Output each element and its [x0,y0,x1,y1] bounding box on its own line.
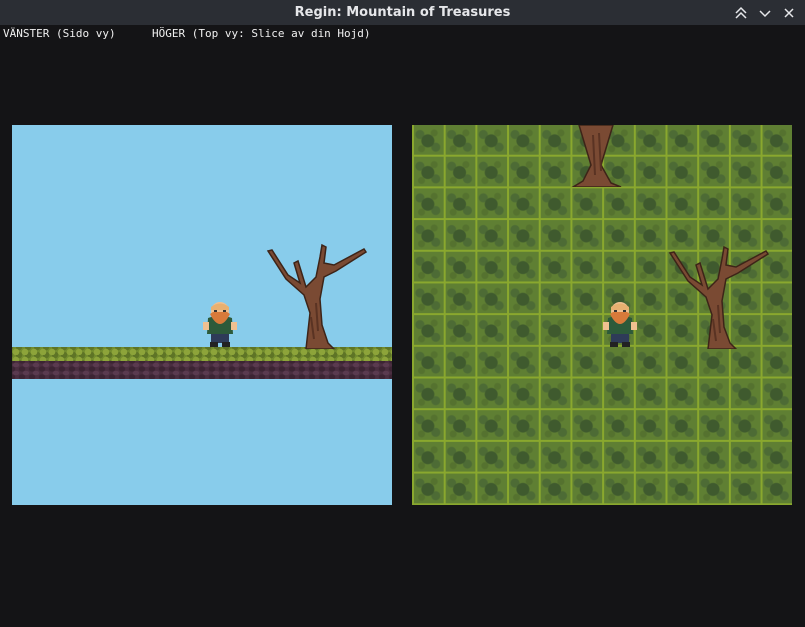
title-bar: Regin: Mountain of Treasures [0,0,805,25]
dead-tree-stump [571,125,622,187]
dirt-layer [12,361,392,379]
dead-tree [668,245,770,349]
minimize-icon [759,9,771,17]
close-icon [784,7,794,18]
dead-tree [266,243,368,349]
game-canvas[interactable]: VÄNSTER (Sido vy) HÖGER (Top vy: Slice a… [0,25,805,627]
side-view-panel [12,125,392,505]
dwarf-character [203,302,237,347]
top-view-label: HÖGER (Top vy: Slice av din Hojd) [152,27,371,40]
close-button[interactable] [779,3,799,23]
grass-layer [12,347,392,361]
window-controls [731,0,799,25]
side-view-label: VÄNSTER (Sido vy) [3,27,116,40]
minimize-button[interactable] [755,3,775,23]
top-view-panel [412,125,792,505]
maximize-button[interactable] [731,3,751,23]
dwarf-character [603,302,637,347]
window-title: Regin: Mountain of Treasures [294,5,511,20]
maximize-icon [735,6,747,19]
